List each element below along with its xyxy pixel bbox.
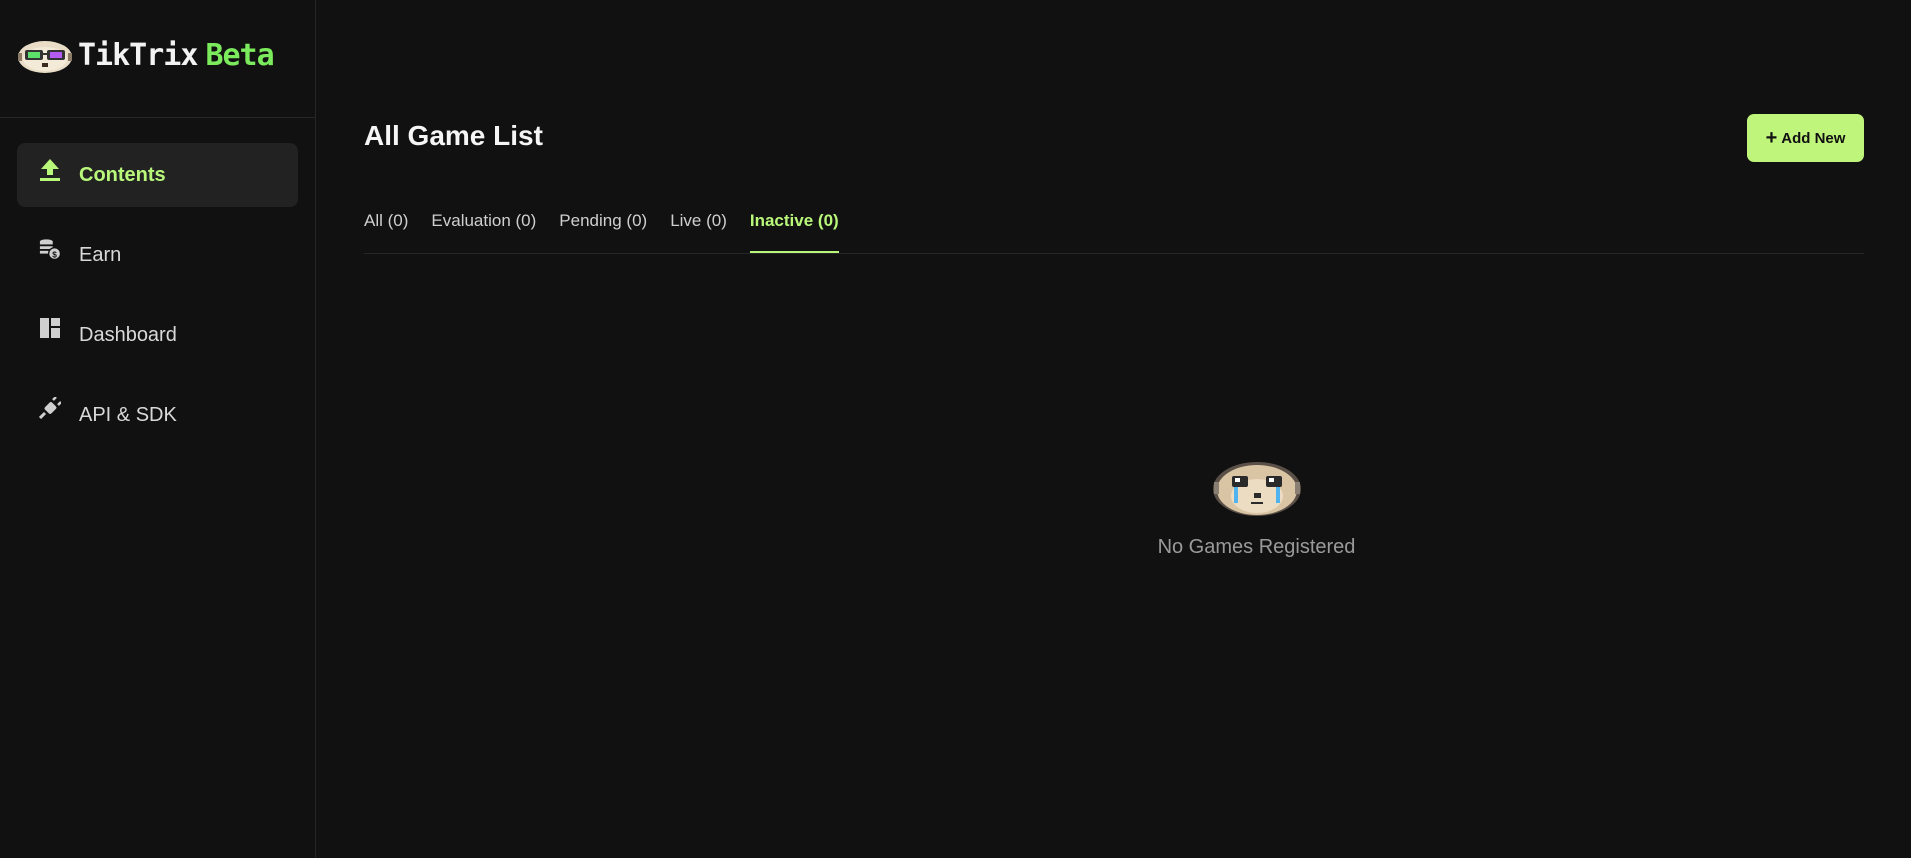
sidebar-item-label: Earn bbox=[79, 243, 122, 266]
sloth-mascot-icon bbox=[18, 40, 72, 73]
sidebar-nav: Contents $ Earn Dashboard API & SDK bbox=[0, 118, 315, 447]
svg-text:$: $ bbox=[52, 250, 57, 259]
tab-live[interactable]: Live (0) bbox=[670, 208, 727, 253]
brand-beta-tag: Beta bbox=[205, 38, 274, 73]
page-title: All Game List bbox=[364, 120, 543, 151]
tab-evaluation[interactable]: Evaluation (0) bbox=[431, 208, 536, 253]
upload-icon bbox=[39, 157, 61, 183]
sidebar: TikTrix Beta Contents $ Earn Dashboard A… bbox=[0, 0, 316, 858]
status-tabs: All (0) Evaluation (0) Pending (0) Live … bbox=[364, 208, 1864, 254]
dashboard-icon bbox=[39, 317, 61, 343]
sidebar-item-api-sdk[interactable]: API & SDK bbox=[17, 383, 298, 447]
tab-inactive[interactable]: Inactive (0) bbox=[749, 208, 839, 253]
add-new-button[interactable]: + Add New bbox=[1747, 114, 1864, 162]
sidebar-item-dashboard[interactable]: Dashboard bbox=[17, 303, 298, 367]
sidebar-item-label: Contents bbox=[79, 163, 166, 186]
plus-icon: + bbox=[1765, 127, 1778, 149]
brand-header[interactable]: TikTrix Beta bbox=[0, 0, 315, 118]
brand-name: TikTrix bbox=[78, 38, 198, 73]
sidebar-item-contents[interactable]: Contents bbox=[17, 143, 298, 207]
tab-pending[interactable]: Pending (0) bbox=[559, 208, 647, 253]
coins-icon: $ bbox=[39, 237, 61, 263]
sidebar-item-label: API & SDK bbox=[79, 403, 177, 426]
sidebar-item-earn[interactable]: $ Earn bbox=[17, 223, 298, 287]
add-new-label: Add New bbox=[1781, 129, 1846, 147]
crying-sloth-icon bbox=[1212, 462, 1301, 516]
plug-icon bbox=[39, 397, 61, 423]
empty-state: No Games Registered bbox=[316, 460, 1911, 559]
tab-all[interactable]: All (0) bbox=[364, 208, 408, 253]
sidebar-item-label: Dashboard bbox=[79, 323, 177, 346]
empty-state-message: No Games Registered bbox=[1157, 536, 1356, 558]
main-content: All Game List + Add New All (0) Evaluati… bbox=[316, 0, 1911, 858]
app-root: TikTrix Beta Contents $ Earn Dashboard A… bbox=[0, 0, 1911, 858]
